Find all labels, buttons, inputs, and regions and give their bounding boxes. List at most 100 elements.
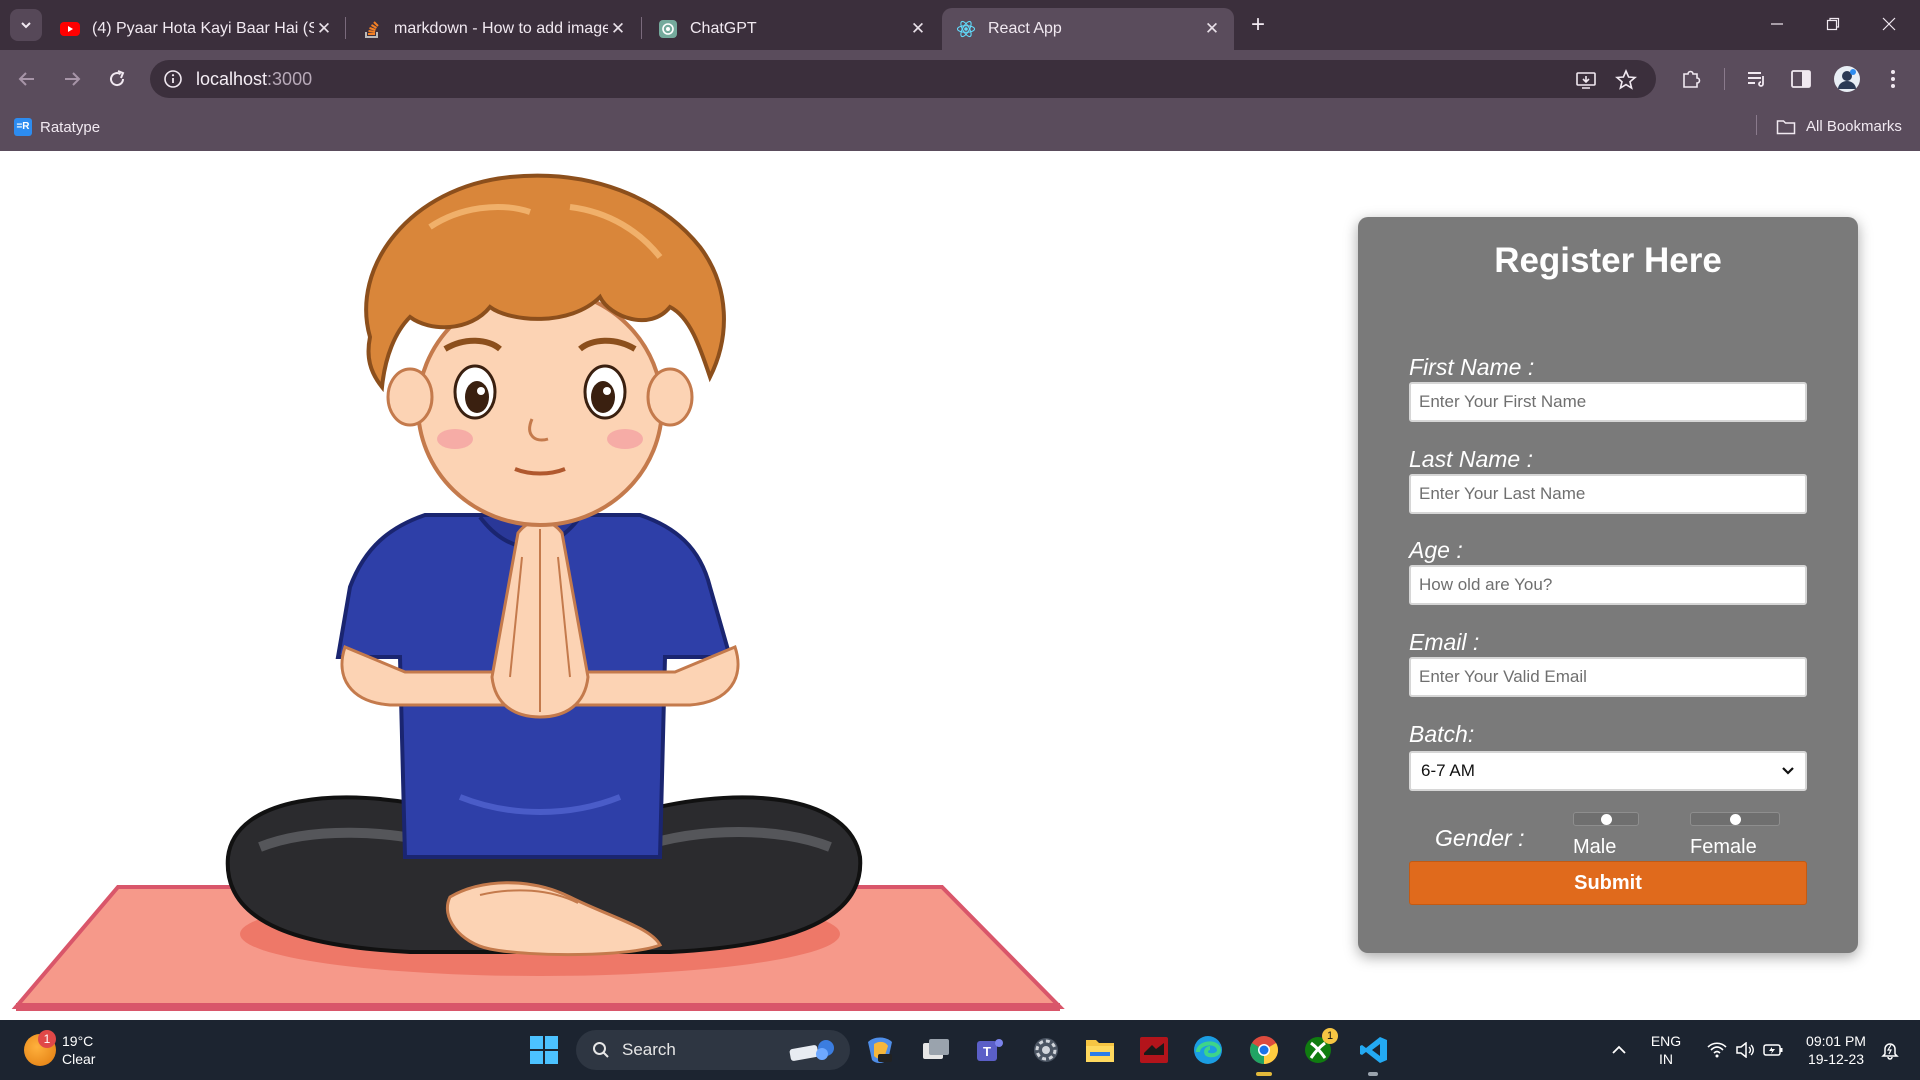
first-name-label: First Name :	[1409, 354, 1535, 380]
ratatype-icon: =R	[14, 118, 32, 136]
submit-button[interactable]: Submit	[1409, 861, 1807, 905]
puzzle-icon	[1683, 70, 1701, 88]
bookmarks-bar: =R Ratatype All Bookmarks	[0, 108, 1920, 151]
star-icon[interactable]	[1614, 68, 1638, 92]
game-app[interactable]	[1136, 1032, 1172, 1068]
tab-stackoverflow[interactable]: markdown - How to add image ✕	[348, 8, 640, 50]
tab-search-button[interactable]	[10, 9, 42, 41]
gender-male-label: Male	[1573, 836, 1617, 858]
forward-button[interactable]	[55, 62, 89, 96]
tab-title: (4) Pyaar Hota Kayi Baar Hai (So	[92, 20, 314, 37]
tab-youtube[interactable]: (4) Pyaar Hota Kayi Baar Hai (So ✕	[46, 8, 346, 50]
start-button[interactable]	[526, 1032, 562, 1068]
youtube-icon	[60, 19, 80, 39]
close-icon[interactable]: ✕	[314, 19, 334, 39]
file-explorer-app[interactable]	[1082, 1032, 1118, 1068]
page-content: Register Here First Name : Last Name : A…	[0, 151, 1920, 1020]
weather-temperature: 19°C	[62, 1033, 94, 1049]
new-tab-button[interactable]: +	[1245, 12, 1271, 38]
close-icon[interactable]: ✕	[608, 19, 628, 39]
show-hidden-icons-button[interactable]	[1604, 1020, 1634, 1080]
chevron-down-icon	[21, 22, 31, 29]
register-form-card: Register Here First Name : Last Name : A…	[1358, 217, 1858, 953]
restore-icon	[1826, 17, 1840, 31]
region-code: IN	[1659, 1051, 1673, 1067]
gender-male-radio[interactable]	[1573, 812, 1639, 826]
extensions-button[interactable]	[1676, 64, 1706, 94]
clock[interactable]: 09:01 PM 19-12-23	[1796, 1020, 1876, 1080]
xbox-app[interactable]: 1	[1300, 1028, 1338, 1068]
weather-widget[interactable]: 1 19°C Clear	[24, 1030, 96, 1068]
side-panel-button[interactable]	[1786, 64, 1816, 94]
quick-settings-button[interactable]	[1700, 1020, 1790, 1080]
copilot-app[interactable]	[862, 1032, 898, 1068]
restore-button[interactable]	[1810, 8, 1856, 40]
task-view-app[interactable]	[918, 1032, 954, 1068]
address-bar[interactable]: localhost:3000	[150, 60, 1656, 98]
wifi-icon	[1707, 1042, 1727, 1058]
browser-menu-button[interactable]	[1878, 64, 1908, 94]
media-control-button[interactable]	[1742, 64, 1772, 94]
browser-toolbar: localhost:3000	[0, 50, 1920, 108]
clock-time: 09:01 PM	[1806, 1033, 1866, 1049]
back-button[interactable]	[10, 62, 44, 96]
chrome-app[interactable]	[1246, 1032, 1282, 1068]
age-input[interactable]	[1409, 565, 1807, 605]
tab-title: React App	[988, 20, 1062, 37]
search-highlight-icon	[789, 1040, 834, 1061]
all-bookmarks-label: All Bookmarks	[1806, 118, 1902, 135]
language-code: ENG	[1650, 1033, 1682, 1049]
email-input[interactable]	[1409, 657, 1807, 697]
weather-condition: Clear	[62, 1051, 96, 1067]
chrome-icon	[1250, 1036, 1278, 1064]
windows-logo-icon	[530, 1036, 558, 1064]
tab-divider	[641, 17, 642, 39]
minimize-button[interactable]	[1754, 8, 1800, 40]
vscode-icon	[1360, 1037, 1387, 1063]
tab-chatgpt[interactable]: ChatGPT ✕	[644, 8, 940, 50]
bookmark-ratatype[interactable]: =R Ratatype	[14, 118, 100, 136]
reload-button[interactable]	[100, 62, 134, 96]
tab-title: ChatGPT	[690, 20, 757, 37]
stackoverflow-icon	[362, 19, 382, 39]
install-app-icon[interactable]	[1574, 68, 1598, 92]
gear-icon	[1034, 1038, 1058, 1062]
yoga-boy-illustration	[11, 173, 1065, 1011]
language-indicator[interactable]: ENG IN	[1644, 1020, 1688, 1080]
last-name-input[interactable]	[1409, 474, 1807, 514]
playlist-icon	[1748, 72, 1764, 87]
bookmark-label: Ratatype	[40, 118, 101, 136]
browser-tab-strip: (4) Pyaar Hota Kayi Baar Hai (So ✕ markd…	[0, 0, 1920, 50]
batch-label: Batch:	[1409, 721, 1475, 747]
notifications-button[interactable]	[1874, 1020, 1906, 1080]
close-icon[interactable]: ✕	[1202, 19, 1222, 39]
age-label: Age :	[1409, 537, 1463, 563]
copilot-icon	[868, 1037, 892, 1063]
batch-select[interactable]: 6-7 AM	[1409, 751, 1807, 791]
settings-app[interactable]	[1028, 1032, 1064, 1068]
url-host: localhost	[196, 69, 268, 89]
profile-button[interactable]	[1832, 64, 1862, 94]
all-bookmarks-button[interactable]: All Bookmarks	[1776, 118, 1902, 135]
avatar	[1834, 66, 1860, 92]
chevron-up-icon	[1612, 1045, 1626, 1054]
arrow-right-icon	[65, 72, 81, 86]
radio-knob	[1730, 814, 1741, 825]
task-view-icon	[923, 1039, 949, 1059]
side-panel-icon	[1791, 70, 1811, 88]
last-name-label: Last Name :	[1409, 446, 1533, 472]
tab-react-app[interactable]: React App ✕	[942, 8, 1234, 50]
gender-female-radio[interactable]	[1690, 812, 1780, 826]
edge-icon	[1194, 1036, 1222, 1064]
toolbar-divider	[1724, 68, 1725, 90]
gender-female-label: Female	[1690, 836, 1757, 858]
minimize-icon	[1771, 23, 1783, 25]
edge-app[interactable]	[1190, 1032, 1226, 1068]
close-window-button[interactable]	[1866, 8, 1912, 40]
close-icon[interactable]: ✕	[908, 19, 928, 39]
taskbar-search[interactable]: Search	[576, 1030, 850, 1070]
first-name-input[interactable]	[1409, 382, 1807, 422]
vscode-app[interactable]	[1356, 1032, 1392, 1068]
site-info-icon[interactable]	[162, 68, 184, 90]
teams-app[interactable]: T	[972, 1032, 1008, 1068]
